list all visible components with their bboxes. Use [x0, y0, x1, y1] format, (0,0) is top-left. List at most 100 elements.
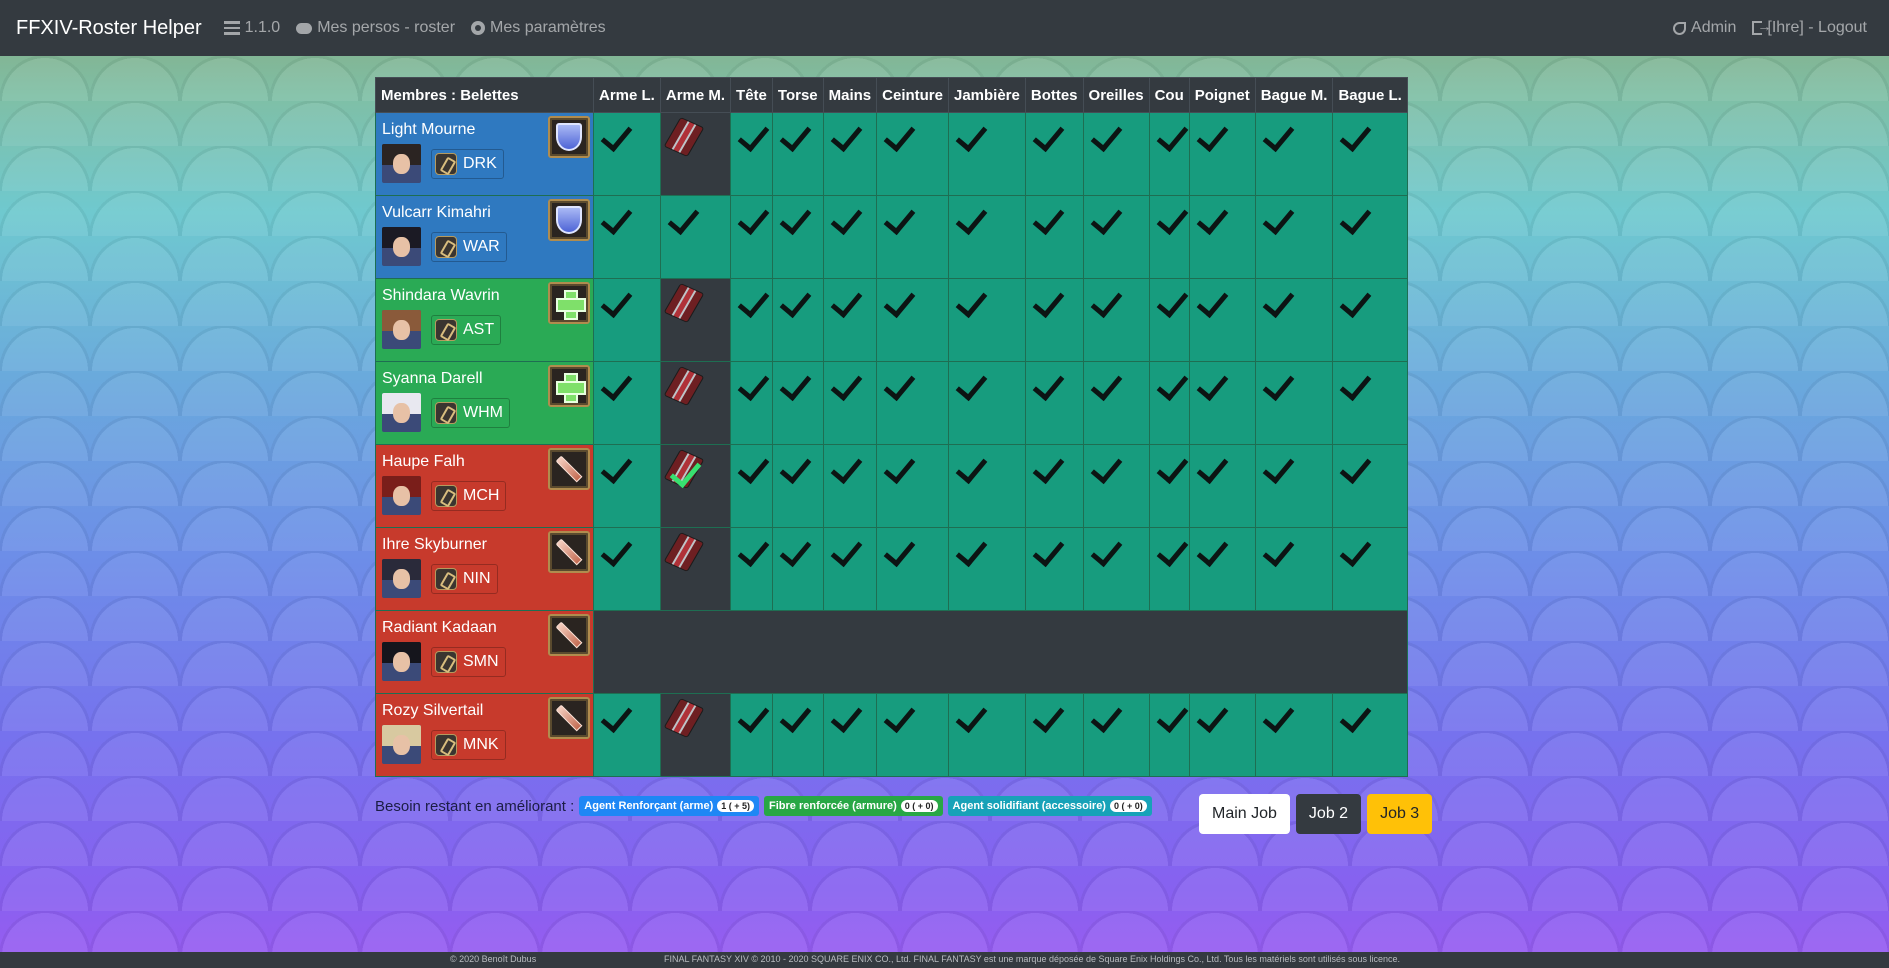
- gear-obtained-cell[interactable]: [730, 112, 773, 196]
- gear-obtained-cell[interactable]: [730, 444, 773, 528]
- gear-obtained-cell[interactable]: [1254, 278, 1334, 362]
- gear-obtained-cell[interactable]: [822, 693, 878, 777]
- gear-obtained-cell[interactable]: [593, 527, 661, 611]
- gear-obtained-cell[interactable]: [1254, 693, 1334, 777]
- gear-obtained-cell[interactable]: [730, 278, 773, 362]
- gear-obtained-cell[interactable]: [730, 195, 773, 279]
- gear-obtained-cell[interactable]: [771, 527, 824, 611]
- job-2-button[interactable]: Job 2: [1295, 794, 1362, 834]
- gear-obtained-cell[interactable]: [730, 527, 773, 611]
- gear-obtained-cell[interactable]: [947, 693, 1026, 777]
- member-name[interactable]: Shindara Wavrin: [382, 287, 500, 305]
- gear-obtained-cell[interactable]: [730, 361, 773, 445]
- job-tag[interactable]: SMN: [431, 647, 506, 677]
- gear-obtained-cell[interactable]: [1148, 361, 1190, 445]
- gear-obtained-cell[interactable]: [593, 361, 661, 445]
- gear-obtained-cell[interactable]: [1024, 195, 1084, 279]
- nav-admin[interactable]: Admin: [1673, 19, 1736, 37]
- member-name[interactable]: Ihre Skyburner: [382, 536, 487, 554]
- gear-obtained-cell[interactable]: [822, 278, 878, 362]
- gear-obtained-cell[interactable]: [1188, 693, 1256, 777]
- gear-obtained-cell[interactable]: [1254, 444, 1334, 528]
- gear-obtained-cell[interactable]: [947, 195, 1026, 279]
- gear-obtained-cell[interactable]: [1188, 361, 1256, 445]
- gear-obtained-cell[interactable]: [771, 361, 824, 445]
- job-tag[interactable]: NIN: [431, 564, 498, 594]
- gear-obtained-cell[interactable]: [1188, 278, 1256, 362]
- gear-obtained-cell[interactable]: [1024, 693, 1084, 777]
- gear-obtained-cell[interactable]: [1082, 693, 1150, 777]
- gear-obtained-cell[interactable]: [1188, 444, 1256, 528]
- gear-token-cell[interactable]: [659, 278, 732, 362]
- gear-obtained-cell[interactable]: [1332, 444, 1408, 528]
- gear-obtained-cell[interactable]: [876, 693, 949, 777]
- gear-obtained-cell[interactable]: [876, 444, 949, 528]
- gear-obtained-cell[interactable]: [1082, 278, 1150, 362]
- gear-obtained-cell[interactable]: [1332, 361, 1408, 445]
- gear-obtained-cell[interactable]: [1024, 278, 1084, 362]
- gear-obtained-cell[interactable]: [876, 527, 949, 611]
- gear-obtained-cell[interactable]: [1082, 112, 1150, 196]
- job-tag[interactable]: MNK: [431, 730, 506, 760]
- gear-obtained-cell[interactable]: [947, 527, 1026, 611]
- member-name[interactable]: Haupe Falh: [382, 453, 465, 471]
- nav-logout[interactable]: [Ihre] - Logout: [1752, 18, 1867, 37]
- job-tag[interactable]: DRK: [431, 149, 504, 179]
- gear-obtained-cell[interactable]: [822, 444, 878, 528]
- job-tag[interactable]: AST: [431, 315, 502, 345]
- gear-obtained-cell[interactable]: [1332, 112, 1408, 196]
- gear-obtained-cell[interactable]: [822, 195, 878, 279]
- gear-obtained-cell[interactable]: [947, 278, 1026, 362]
- gear-obtained-cell[interactable]: [1254, 361, 1334, 445]
- gear-obtained-cell[interactable]: [876, 278, 949, 362]
- job-3-button[interactable]: Job 3: [1367, 794, 1433, 834]
- gear-obtained-cell[interactable]: [1332, 278, 1408, 362]
- gear-token-cell[interactable]: [659, 693, 732, 777]
- gear-obtained-cell[interactable]: [771, 112, 824, 196]
- nav-version[interactable]: 1.1.0: [223, 19, 280, 37]
- job-tag[interactable]: WHM: [431, 398, 510, 428]
- gear-obtained-cell[interactable]: [1332, 693, 1408, 777]
- gear-obtained-cell[interactable]: [1254, 195, 1334, 279]
- gear-obtained-cell[interactable]: [822, 527, 878, 611]
- member-name[interactable]: Syanna Darell: [382, 370, 483, 388]
- gear-obtained-cell[interactable]: [771, 444, 824, 528]
- gear-obtained-cell[interactable]: [1188, 112, 1256, 196]
- gear-obtained-cell[interactable]: [947, 361, 1026, 445]
- gear-obtained-cell[interactable]: [593, 278, 661, 362]
- gear-obtained-cell[interactable]: [1024, 444, 1084, 528]
- gear-obtained-cell[interactable]: [822, 112, 878, 196]
- gear-obtained-cell[interactable]: [1024, 112, 1084, 196]
- gear-obtained-cell[interactable]: [1082, 527, 1150, 611]
- gear-obtained-cell[interactable]: [876, 361, 949, 445]
- gear-obtained-cell[interactable]: [1024, 527, 1084, 611]
- gear-obtained-cell[interactable]: [876, 112, 949, 196]
- gear-obtained-cell[interactable]: [1188, 527, 1256, 611]
- gear-obtained-cell[interactable]: [1332, 527, 1408, 611]
- gear-obtained-cell[interactable]: [947, 444, 1026, 528]
- nav-mes-persos[interactable]: Mes persos - roster: [296, 19, 455, 37]
- gear-obtained-cell[interactable]: [1148, 444, 1190, 528]
- member-name[interactable]: Rozy Silvertail: [382, 702, 483, 720]
- main-job-button[interactable]: Main Job: [1199, 794, 1290, 834]
- brand-title[interactable]: FFXIV-Roster Helper: [16, 17, 202, 40]
- member-name[interactable]: Radiant Kadaan: [382, 619, 497, 637]
- gear-obtained-cell[interactable]: [1082, 361, 1150, 445]
- gear-token-cell[interactable]: [659, 361, 732, 445]
- member-name[interactable]: Light Mourne: [382, 121, 475, 139]
- gear-obtained-cell[interactable]: [1148, 693, 1190, 777]
- gear-obtained-cell[interactable]: [771, 278, 824, 362]
- job-tag[interactable]: WAR: [431, 232, 507, 262]
- gear-obtained-cell[interactable]: [1148, 195, 1190, 279]
- job-tag[interactable]: MCH: [431, 481, 507, 511]
- gear-obtained-cell[interactable]: [593, 112, 661, 196]
- member-name[interactable]: Vulcarr Kimahri: [382, 204, 491, 222]
- gear-obtained-cell[interactable]: [1082, 444, 1150, 528]
- gear-token-cell[interactable]: [659, 527, 732, 611]
- gear-obtained-cell[interactable]: [1254, 112, 1334, 196]
- gear-obtained-cell[interactable]: [593, 444, 661, 528]
- gear-obtained-cell[interactable]: [1188, 195, 1256, 279]
- gear-obtained-cell[interactable]: [1148, 527, 1190, 611]
- gear-obtained-cell[interactable]: [771, 693, 824, 777]
- gear-obtained-cell[interactable]: [730, 693, 773, 777]
